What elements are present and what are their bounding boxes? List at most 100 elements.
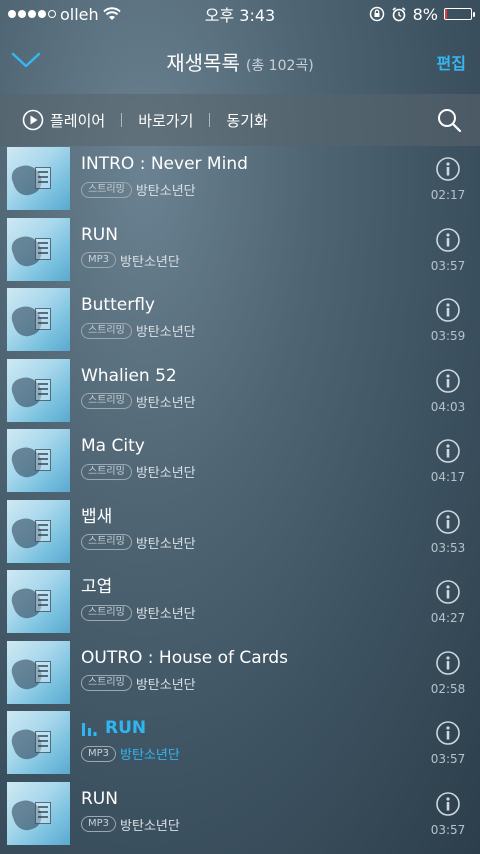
now-playing-icon — [82, 723, 97, 736]
song-count: (총 102곡) — [245, 57, 314, 74]
song-meta: MP3 방탄소년단 — [81, 744, 180, 763]
song-right: 03:57 — [428, 791, 468, 837]
source-badge: 스트리밍 — [81, 675, 132, 691]
artist-name: 방탄소년단 — [120, 254, 180, 270]
song-duration: 04:17 — [430, 470, 466, 484]
search-icon[interactable] — [436, 107, 462, 133]
header: 재생목록 (총 102곡) 편집 — [0, 28, 480, 94]
artist-name: 방탄소년단 — [135, 466, 196, 481]
source-badge: 스트리밍 — [81, 534, 132, 550]
info-icon[interactable] — [435, 650, 461, 676]
song-meta: 스트리밍 방탄소년단 — [81, 603, 196, 622]
info-icon[interactable] — [435, 720, 461, 746]
song-duration: 04:03 — [430, 399, 466, 414]
title-line: RUN — [81, 223, 180, 247]
info-icon[interactable] — [435, 297, 461, 323]
status-left: olleh — [8, 5, 121, 24]
song-title: RUN — [105, 718, 147, 738]
song-title: 고엽 — [81, 577, 113, 597]
title-line: RUN — [81, 787, 180, 811]
song-list: INTRO : Never Mind 스트리밍 방탄소년단 02:17 RUN … — [0, 146, 480, 851]
edit-button[interactable]: 편집 — [437, 50, 466, 74]
song-right: 03:59 — [428, 297, 468, 343]
song-right: 04:17 — [428, 438, 468, 484]
info-icon[interactable] — [435, 156, 461, 182]
song-meta: 스트리밍 방탄소년단 — [81, 392, 196, 411]
source-badge: MP3 — [81, 816, 117, 832]
source-badge: 스트리밍 — [81, 604, 132, 621]
title-line: 뱁새 — [81, 505, 196, 529]
song-meta: 스트리밍 방탄소년단 — [81, 462, 196, 481]
song-title: Butterfly — [81, 295, 155, 315]
song-info: OUTRO : House of Cards 스트리밍 방탄소년단 — [81, 646, 288, 693]
song-right: 02:58 — [428, 650, 468, 696]
song-row[interactable]: RUN MP3 방탄소년단 03:57 — [0, 781, 480, 852]
song-info: Ma City 스트리밍 방탄소년단 — [81, 434, 196, 481]
info-icon[interactable] — [435, 579, 461, 605]
alarm-icon — [392, 7, 406, 22]
song-title: Whalien 52 — [81, 365, 177, 386]
song-duration: 02:17 — [430, 188, 466, 202]
song-info: RUN MP3 방탄소년단 — [81, 223, 180, 270]
song-row[interactable]: 고엽 스트리밍 방탄소년단 04:27 — [0, 569, 480, 640]
album-art — [7, 640, 70, 704]
song-info: RUN MP3 방탄소년단 — [81, 787, 180, 834]
song-duration: 03:57 — [430, 822, 466, 837]
artist-name: 방탄소년단 — [135, 325, 196, 340]
song-row[interactable]: RUN MP3 방탄소년단 03:57 — [0, 217, 480, 288]
song-duration: 03:57 — [430, 258, 466, 273]
song-title: OUTRO : House of Cards — [81, 647, 289, 668]
album-art — [7, 711, 70, 774]
toolbar: 플레이어 바로가기 동기화 — [0, 94, 480, 146]
artist-name: 방탄소년단 — [135, 536, 196, 552]
song-row[interactable]: RUN MP3 방탄소년단 03:57 — [0, 710, 480, 781]
artist-name: 방탄소년단 — [135, 395, 196, 411]
source-badge: 스트리밍 — [81, 322, 132, 339]
song-right: 03:57 — [428, 720, 468, 766]
info-icon[interactable] — [435, 227, 461, 253]
song-info: 고엽 스트리밍 방탄소년단 — [81, 575, 196, 622]
album-art — [7, 147, 70, 210]
title-line: Butterfly — [81, 293, 196, 317]
song-row[interactable]: Whalien 52 스트리밍 방탄소년단 04:03 — [0, 358, 480, 429]
song-info: 뱁새 스트리밍 방탄소년단 — [81, 505, 196, 552]
divider — [121, 113, 123, 127]
source-badge: 스트리밍 — [81, 393, 132, 409]
info-icon[interactable] — [435, 791, 461, 817]
chevron-down-icon[interactable] — [10, 44, 42, 76]
info-icon[interactable] — [435, 368, 461, 394]
sync-button[interactable]: 동기화 — [226, 110, 267, 131]
player-label: 플레이어 — [50, 111, 106, 130]
song-row[interactable]: INTRO : Never Mind 스트리밍 방탄소년단 02:17 — [0, 146, 480, 217]
song-info: Butterfly 스트리밍 방탄소년단 — [81, 293, 196, 340]
song-right: 02:17 — [428, 156, 468, 202]
info-icon[interactable] — [435, 438, 461, 464]
song-right: 04:03 — [428, 368, 468, 414]
artist-name: 방탄소년단 — [135, 607, 196, 622]
song-right: 04:27 — [428, 579, 468, 625]
song-row[interactable]: 뱁새 스트리밍 방탄소년단 03:53 — [0, 499, 480, 570]
song-title: INTRO : Never Mind — [81, 154, 248, 174]
artist-name: 방탄소년단 — [135, 184, 196, 199]
info-icon[interactable] — [435, 509, 461, 535]
song-info: RUN MP3 방탄소년단 — [81, 716, 180, 763]
battery-icon — [444, 8, 475, 20]
play-circle-icon — [22, 109, 44, 131]
title-line: Whalien 52 — [81, 364, 196, 388]
song-right: 03:53 — [428, 509, 468, 555]
player-button[interactable]: 플레이어 — [22, 109, 105, 131]
song-title: Ma City — [81, 436, 145, 456]
song-row[interactable]: OUTRO : House of Cards 스트리밍 방탄소년단 02:58 — [0, 640, 480, 711]
title-line: OUTRO : House of Cards — [81, 646, 288, 670]
song-row[interactable]: Ma City 스트리밍 방탄소년단 04:17 — [0, 428, 480, 499]
source-badge: 스트리밍 — [81, 463, 132, 480]
album-art — [7, 429, 70, 492]
song-row[interactable]: Butterfly 스트리밍 방탄소년단 03:59 — [0, 287, 480, 358]
wifi-icon — [102, 7, 121, 20]
source-badge: MP3 — [81, 252, 117, 268]
song-duration: 02:58 — [430, 681, 466, 696]
goto-button[interactable]: 바로가기 — [138, 110, 193, 131]
page-title: 재생목록 — [166, 50, 240, 75]
carrier-label: olleh — [60, 4, 99, 24]
album-art — [7, 358, 70, 422]
